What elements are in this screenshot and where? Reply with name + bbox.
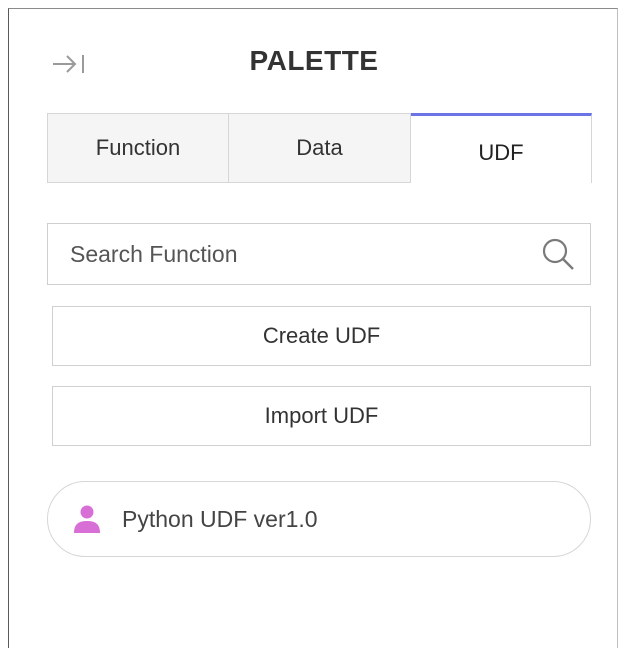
udf-item-label: Python UDF ver1.0 xyxy=(122,505,318,532)
create-udf-button[interactable]: Create UDF xyxy=(52,306,591,366)
search-box xyxy=(47,223,591,285)
tab-function[interactable]: Function xyxy=(47,113,229,183)
person-icon xyxy=(72,503,102,535)
tab-data[interactable]: Data xyxy=(229,113,411,183)
search-input[interactable] xyxy=(48,223,538,285)
page-title: PALETTE xyxy=(249,45,379,76)
palette-tabs: Function Data UDF xyxy=(47,113,592,183)
palette-panel: PALETTE Function Data UDF Create UDF Imp… xyxy=(8,8,618,648)
import-udf-button[interactable]: Import UDF xyxy=(52,386,591,446)
udf-list-item[interactable]: Python UDF ver1.0 xyxy=(47,481,591,557)
tab-udf[interactable]: UDF xyxy=(411,113,592,183)
search-icon[interactable] xyxy=(538,234,578,274)
